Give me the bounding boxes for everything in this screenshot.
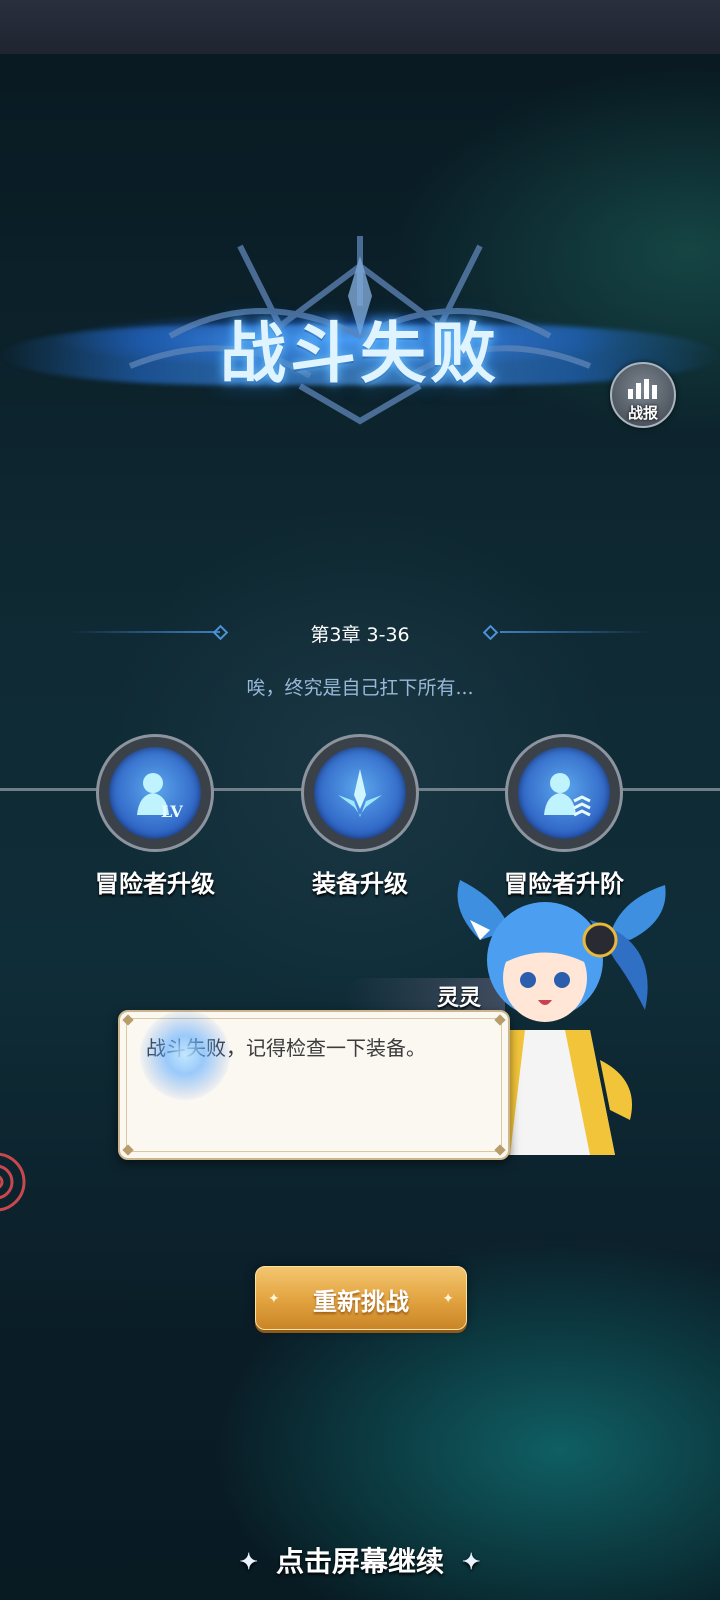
equipment-upgrade-icon bbox=[338, 769, 382, 817]
corner-ornament-icon bbox=[494, 1014, 506, 1026]
corner-ornament-icon bbox=[122, 1144, 134, 1156]
speaker-name: 灵灵 bbox=[437, 985, 482, 1011]
corner-ornament-icon bbox=[122, 1014, 134, 1026]
glow-orb-effect bbox=[140, 1010, 230, 1100]
equipment-upgrade-label: 装备升级 bbox=[312, 869, 408, 898]
defeat-subtitle: 唉，终究是自己扛下所有... bbox=[246, 677, 474, 699]
adventurer-rankup-button[interactable] bbox=[505, 734, 623, 852]
adventurer-levelup-button[interactable]: LV bbox=[96, 734, 214, 852]
tap-to-continue[interactable]: ✦ 点击屏幕继续 ✦ bbox=[0, 1540, 720, 1580]
bar-chart-icon bbox=[628, 377, 658, 399]
spiral-ring-icon[interactable] bbox=[0, 1138, 28, 1226]
chapter-label: 第3章 3-36 bbox=[310, 624, 410, 646]
adventurer-rankup-icon bbox=[544, 773, 591, 817]
retry-button[interactable]: ✦ 重新挑战 ✦ bbox=[255, 1266, 467, 1330]
svg-text:LV: LV bbox=[161, 802, 183, 821]
adventurer-levelup-label: 冒险者升级 bbox=[95, 869, 215, 898]
battle-report-label: 战报 bbox=[627, 404, 658, 422]
equipment-upgrade-button[interactable] bbox=[301, 734, 419, 852]
continue-text: 点击屏幕继续 bbox=[275, 1545, 444, 1578]
top-bar-overlay bbox=[0, 0, 720, 54]
sparkle-icon: ✦ bbox=[442, 1291, 454, 1307]
retry-label: 重新挑战 bbox=[313, 1287, 409, 1316]
defeat-screen[interactable]: 战斗失败 战报 第3章 3-36 唉，终究是自己扛下所有... LV 冒险者升级… bbox=[0, 0, 720, 1600]
battle-report-button[interactable]: 战报 bbox=[610, 362, 676, 428]
star-ornament-icon: ✦ bbox=[239, 1549, 258, 1575]
adventurer-levelup-icon: LV bbox=[137, 773, 183, 821]
star-ornament-icon: ✦ bbox=[462, 1549, 481, 1575]
corner-ornament-icon bbox=[494, 1144, 506, 1156]
